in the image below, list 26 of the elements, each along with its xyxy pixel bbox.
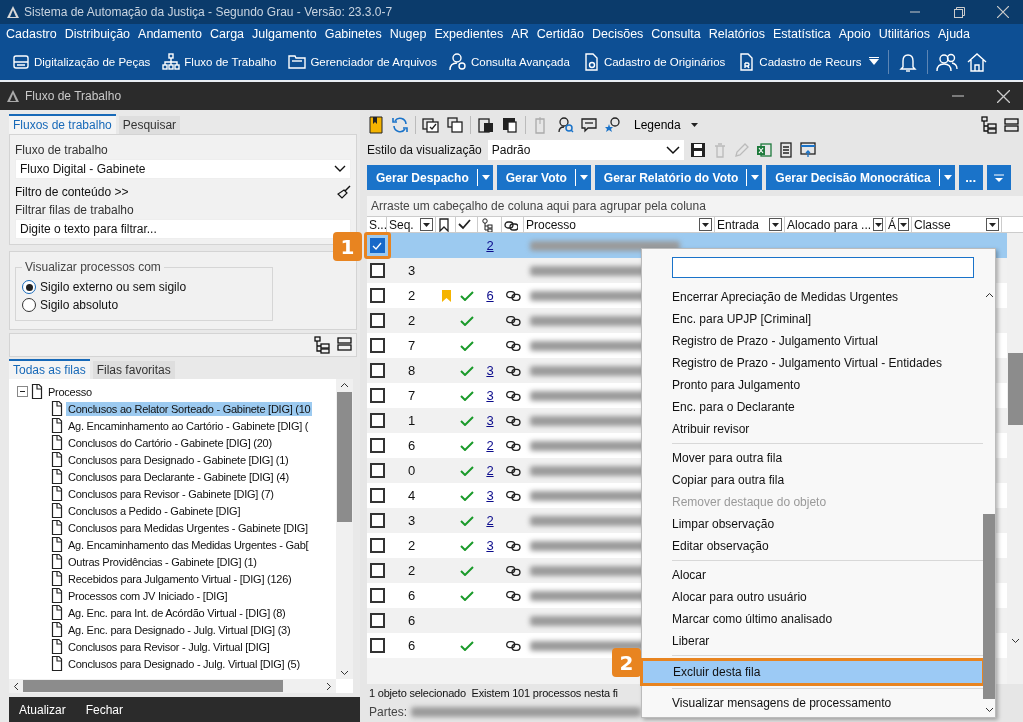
table-cell: 0 bbox=[407, 463, 416, 478]
field-label: Fluxo de trabalho bbox=[15, 143, 109, 157]
field-label: Partes: bbox=[369, 705, 407, 719]
table-cell: 2 bbox=[407, 313, 416, 328]
window-title: Sistema de Automação da Justiça - Segundo Grau - Versão: 23.3.0-7 bbox=[24, 5, 393, 19]
table-cell: 7 bbox=[407, 338, 416, 353]
table-cell: 2 bbox=[407, 563, 416, 578]
table-cell: 7 bbox=[407, 388, 416, 403]
window-title: Fluxo de Trabalho bbox=[25, 89, 122, 103]
table-cell: 6 bbox=[407, 588, 416, 603]
table-cell: 8 bbox=[407, 363, 416, 378]
field-label: Estilo da visualização bbox=[367, 143, 482, 157]
table-cell: 2 bbox=[407, 538, 416, 553]
table-cell: 6 bbox=[407, 638, 416, 653]
step-badge: 2 bbox=[612, 648, 641, 677]
table-cell: 3 bbox=[407, 263, 416, 278]
field-label: Filtrar filas de trabalho bbox=[15, 203, 135, 217]
group-label: Visualizar processos com bbox=[24, 260, 162, 274]
table-cell: 6 bbox=[407, 438, 416, 453]
table-cell: 1 bbox=[407, 413, 416, 428]
table-cell: 3 bbox=[407, 513, 416, 528]
step-badge: 1 bbox=[333, 232, 362, 261]
table-cell: 6 bbox=[407, 613, 416, 628]
table-cell: 4 bbox=[407, 488, 416, 503]
group-by-hint: Arraste um cabeçalho de coluna aqui para agrupar pela coluna bbox=[370, 198, 707, 215]
table-cell: 2 bbox=[407, 288, 416, 303]
